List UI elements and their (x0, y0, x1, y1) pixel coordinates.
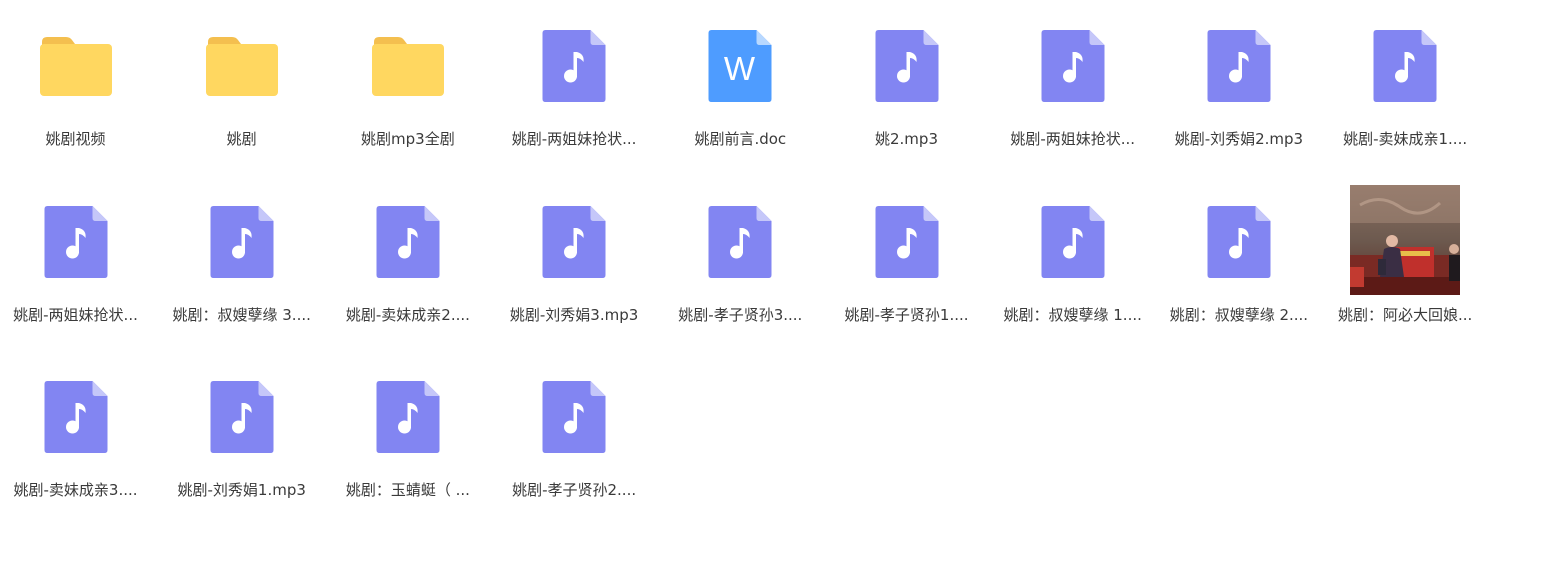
file-item[interactable]: 姚2.mp3 (824, 0, 990, 160)
file-name-label: 姚剧-两姐妹抢状... (1010, 130, 1136, 148)
file-item[interactable]: 姚剧-卖妹成亲2.... (325, 176, 491, 336)
file-item[interactable]: 姚剧-孝子贤孙1.... (824, 176, 990, 336)
file-name-label: 姚剧-孝子贤孙2.... (512, 481, 637, 499)
music-file-icon (44, 381, 107, 453)
file-name-label: 姚剧：叔嫂孽缘 2.... (1169, 305, 1309, 324)
file-thumbnail[interactable] (824, 0, 990, 120)
music-file-icon (1207, 30, 1271, 102)
word-doc-icon: W (708, 30, 772, 102)
file-item[interactable]: 姚剧-两姐妹抢状... (990, 0, 1156, 160)
music-file-icon (542, 205, 606, 278)
file-thumbnail[interactable] (1156, 176, 1322, 296)
file-name-label: 姚剧前言.doc (694, 130, 787, 148)
folder-item[interactable]: 姚剧 (159, 0, 325, 160)
file-name-label: 姚剧：叔嫂孽缘 1.... (1003, 305, 1142, 324)
file-name-label: 姚剧-两姐妹抢状... (511, 130, 637, 148)
music-file-icon (1041, 30, 1105, 102)
file-thumbnail[interactable] (1156, 0, 1322, 120)
file-name-label: 姚2.mp3 (875, 130, 938, 148)
file-thumbnail[interactable] (0, 176, 159, 296)
file-name-label: 姚剧-孝子贤孙3.... (678, 305, 803, 324)
file-item[interactable]: 姚剧-两姐妹抢状... (491, 0, 657, 160)
file-item[interactable]: 姚剧-卖妹成亲3.... (0, 351, 159, 511)
file-thumbnail[interactable] (491, 176, 657, 296)
file-thumbnail[interactable] (0, 351, 159, 471)
music-file-icon (44, 205, 107, 278)
file-item[interactable]: 姚剧-两姐妹抢状... (0, 176, 159, 336)
file-item[interactable]: 姚剧-刘秀娟3.mp3 (491, 176, 657, 336)
file-thumbnail[interactable] (491, 351, 657, 471)
file-name-label: 姚剧-卖妹成亲1.... (1343, 130, 1468, 148)
file-item[interactable]: 姚剧：叔嫂孽缘 2.... (1156, 176, 1322, 336)
file-thumbnail[interactable] (325, 0, 491, 120)
folder-icon (39, 37, 112, 96)
file-item[interactable]: 姚剧：玉蜻蜓（ ... (325, 351, 491, 511)
file-item[interactable]: 姚剧：叔嫂孽缘 3.... (159, 176, 325, 336)
music-file-icon (1041, 205, 1105, 278)
folder-icon (371, 37, 444, 96)
file-thumbnail[interactable] (491, 0, 657, 120)
file-name-label: 姚剧-卖妹成亲2.... (345, 305, 470, 324)
file-thumbnail[interactable] (657, 176, 823, 296)
folder-item[interactable]: 姚剧mp3全剧 (325, 0, 491, 160)
file-thumbnail[interactable] (0, 0, 159, 120)
file-thumbnail[interactable] (325, 351, 491, 471)
file-name-label: 姚剧-两姐妹抢状... (13, 305, 138, 324)
file-thumbnail[interactable] (1322, 176, 1488, 296)
music-file-icon (875, 205, 938, 278)
music-file-icon (376, 381, 440, 453)
file-thumbnail[interactable] (159, 176, 325, 296)
file-name-label: 姚剧-刘秀娟1.mp3 (177, 481, 306, 499)
file-item[interactable]: 姚剧-孝子贤孙2.... (491, 351, 657, 511)
file-thumbnail[interactable] (159, 351, 325, 471)
file-name-label: 姚剧mp3全剧 (361, 130, 455, 148)
file-name-label: 姚剧-孝子贤孙1.... (844, 305, 969, 324)
file-item[interactable]: 姚剧：叔嫂孽缘 1.... (990, 176, 1156, 336)
svg-text:W: W (724, 50, 756, 87)
file-item[interactable]: 姚剧-孝子贤孙3.... (657, 176, 823, 336)
photo-thumbnail (1350, 184, 1461, 295)
file-name-label: 姚剧 (226, 130, 257, 148)
file-name-label: 姚剧：叔嫂孽缘 3.... (172, 305, 311, 324)
music-file-icon (542, 30, 606, 102)
folder-icon (205, 37, 278, 96)
file-name-label: 姚剧：玉蜻蜓（ ... (345, 481, 470, 499)
music-file-icon (210, 381, 274, 453)
file-name-label: 姚剧-刘秀娟3.mp3 (509, 305, 639, 324)
file-name-label: 姚剧-刘秀娟2.mp3 (1174, 130, 1304, 148)
file-thumbnail[interactable] (325, 176, 491, 296)
file-thumbnail[interactable]: W (657, 0, 823, 120)
file-name-label: 姚剧-卖妹成亲3.... (13, 481, 138, 499)
file-thumbnail[interactable] (1322, 0, 1488, 120)
music-file-icon (1207, 205, 1271, 278)
file-item[interactable]: W 姚剧前言.doc (657, 0, 823, 160)
file-item[interactable]: 姚剧：阿必大回娘... (1322, 176, 1488, 336)
file-thumbnail[interactable] (824, 176, 990, 296)
music-file-icon (1373, 30, 1437, 102)
file-name-label: 姚剧：阿必大回娘... (1337, 305, 1473, 324)
file-thumbnail[interactable] (159, 0, 325, 120)
music-file-icon (542, 381, 606, 453)
file-thumbnail[interactable] (990, 0, 1156, 120)
file-thumbnail[interactable] (990, 176, 1156, 296)
music-file-icon (708, 205, 772, 278)
folder-item[interactable]: 姚剧视频 (0, 0, 159, 160)
music-file-icon (875, 30, 938, 102)
file-item[interactable]: 姚剧-刘秀娟1.mp3 (159, 351, 325, 511)
file-grid: 姚剧视频 姚剧 姚剧mp3全剧 姚剧-两姐妹抢状... W 姚剧前言.doc 姚2.mp3 姚… (0, 0, 1545, 569)
file-item[interactable]: 姚剧-刘秀娟2.mp3 (1156, 0, 1322, 160)
music-file-icon (376, 205, 440, 278)
file-name-label: 姚剧视频 (45, 130, 106, 148)
music-file-icon (210, 205, 274, 278)
file-item[interactable]: 姚剧-卖妹成亲1.... (1322, 0, 1488, 160)
